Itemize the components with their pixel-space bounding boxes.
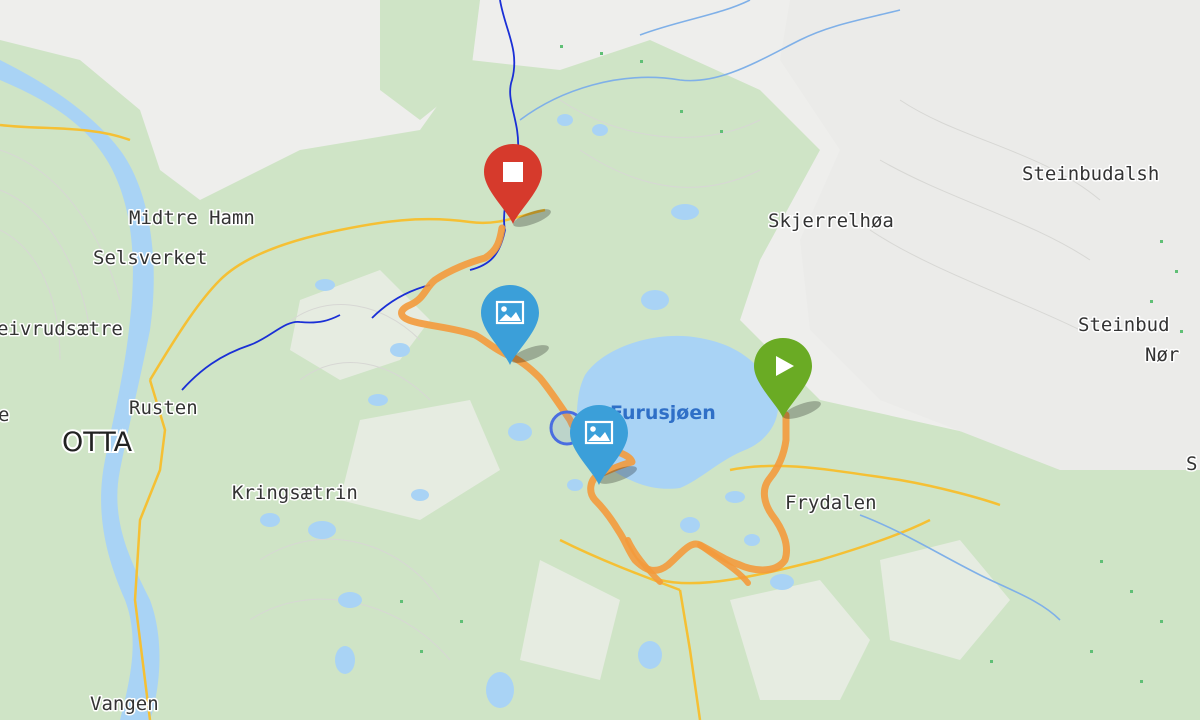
- place-label-nor: Nør: [1145, 344, 1179, 366]
- place-label-vangen: Vangen: [90, 693, 159, 715]
- place-label-rusten: Rusten: [129, 397, 198, 419]
- place-label-e-edge: e: [0, 404, 9, 426]
- map-canvas[interactable]: Midtre Hamn Selsverket eivrudsætre Ruste…: [0, 0, 1200, 720]
- stop-square-icon: [503, 162, 523, 182]
- place-label-selsverket: Selsverket: [93, 247, 207, 269]
- place-label-steinbudalsh: Steinbudalsh: [1022, 163, 1159, 185]
- place-label-s-edge: S: [1186, 453, 1197, 475]
- place-label-otta: OTTA: [62, 427, 133, 458]
- place-label-skjerrelhoa: Skjerrelhøa: [768, 210, 894, 232]
- place-label-kringsaetrin: Kringsætrin: [232, 482, 358, 504]
- place-label-steinbud: Steinbud: [1078, 314, 1170, 336]
- map-view[interactable]: Midtre Hamn Selsverket eivrudsætre Ruste…: [0, 0, 1200, 720]
- place-label-midtre-hamn: Midtre Hamn: [129, 207, 255, 229]
- place-label-eivrudsaetre: eivrudsætre: [0, 318, 123, 340]
- place-label-frydalen: Frydalen: [785, 492, 877, 514]
- lake-label-furusjoen: Furusjøen: [610, 402, 716, 424]
